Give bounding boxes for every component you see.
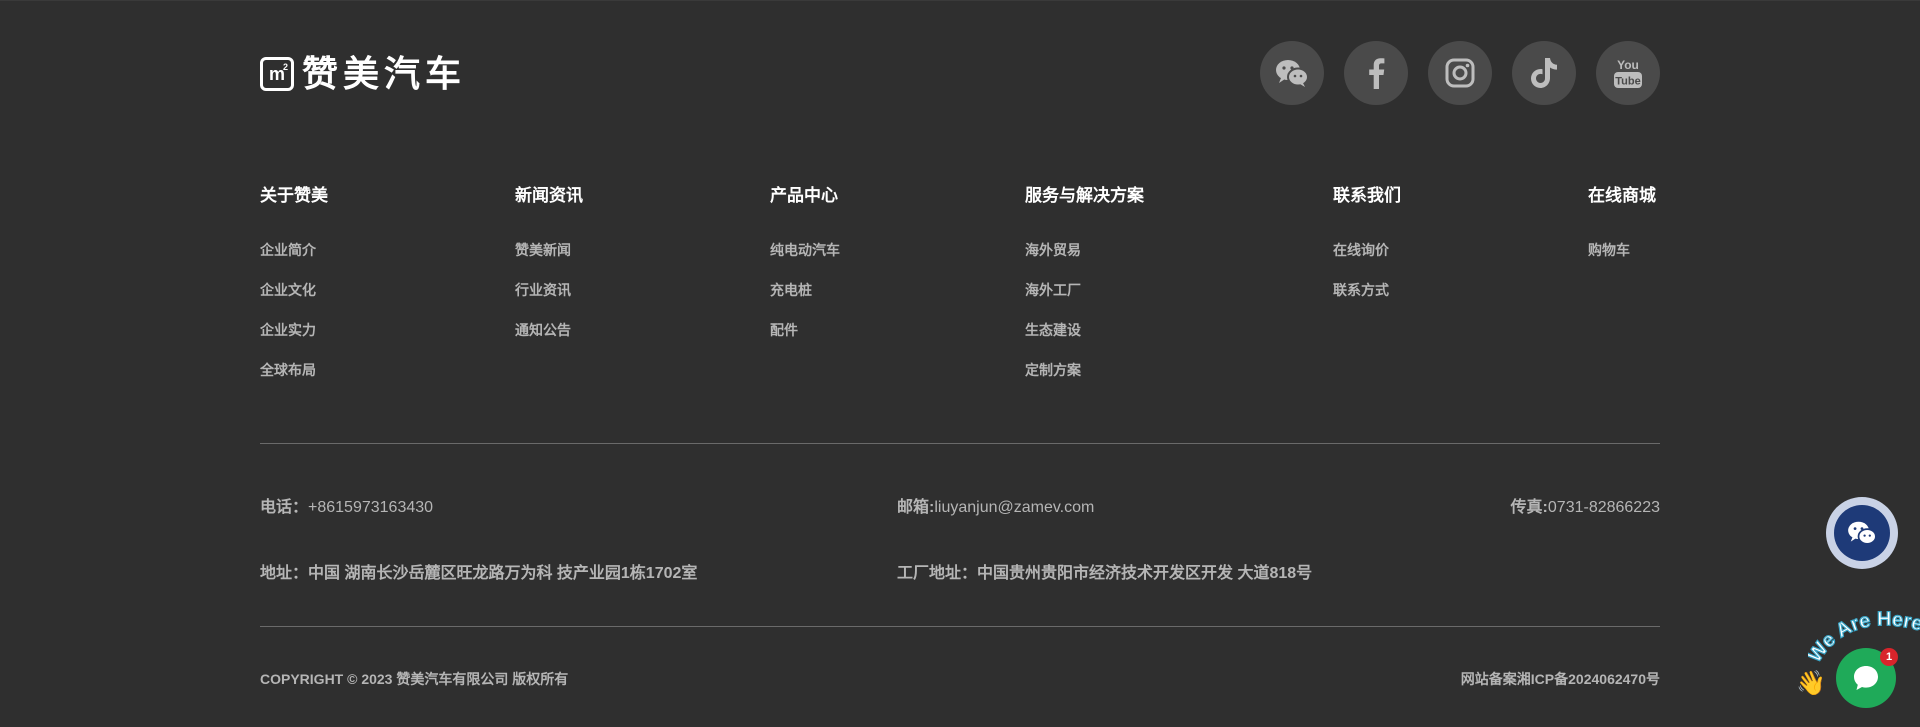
social-wechat-button[interactable] bbox=[1260, 41, 1324, 105]
footer-link[interactable]: 购物车 bbox=[1588, 240, 1656, 280]
chat-bubble-icon bbox=[1854, 666, 1878, 690]
footer-column-news: 新闻资讯 赞美新闻 行业资讯 通知公告 bbox=[515, 181, 583, 360]
facebook-icon bbox=[1369, 58, 1385, 89]
footer-container: m 2 赞美汽车 You Tube 关于赞美 企业简介 企业文化 企业实力 全球… bbox=[260, 1, 1660, 727]
footer-link[interactable]: 企业实力 bbox=[260, 320, 328, 360]
fax-label: 传真: bbox=[1510, 499, 1548, 516]
unread-badge: 1 bbox=[1880, 648, 1898, 666]
email-label: 邮箱: bbox=[897, 499, 935, 516]
social-facebook-button[interactable] bbox=[1344, 41, 1408, 105]
email-value[interactable]: liuyanjun@zamev.com bbox=[934, 499, 1094, 516]
column-title: 在线商城 bbox=[1588, 186, 1656, 205]
footer-column-products: 产品中心 纯电动汽车 充电桩 配件 bbox=[770, 181, 840, 360]
live-chat-widget: We Are Here! 👋 1 bbox=[1790, 606, 1920, 727]
column-title: 新闻资讯 bbox=[515, 186, 583, 205]
footer-link[interactable]: 充电桩 bbox=[770, 280, 840, 320]
wechat-icon bbox=[1276, 60, 1309, 87]
social-youtube-button[interactable]: You Tube bbox=[1596, 41, 1660, 105]
footer-column-contact: 联系我们 在线询价 联系方式 bbox=[1333, 181, 1401, 320]
column-title: 产品中心 bbox=[770, 186, 838, 205]
footer-link[interactable]: 配件 bbox=[770, 320, 840, 360]
site-footer: m 2 赞美汽车 You Tube 关于赞美 企业简介 企业文化 企业实力 全球… bbox=[0, 0, 1920, 727]
column-title: 关于赞美 bbox=[260, 186, 328, 205]
factory-label: 工厂地址： bbox=[897, 565, 978, 582]
instagram-icon bbox=[1445, 58, 1475, 88]
logo-mark-icon: m 2 bbox=[260, 57, 294, 91]
footer-column-about: 关于赞美 企业简介 企业文化 企业实力 全球布局 bbox=[260, 181, 328, 400]
footer-link[interactable]: 海外贸易 bbox=[1025, 240, 1144, 280]
divider bbox=[260, 626, 1660, 627]
waving-hand-icon: 👋 bbox=[1796, 670, 1826, 697]
wechat-icon bbox=[1848, 521, 1877, 545]
column-title: 服务与解决方案 bbox=[1025, 186, 1144, 205]
contact-fax: 传真:0731-82866223 bbox=[1511, 493, 1660, 517]
phone-label: 电话： bbox=[260, 499, 309, 516]
floating-wechat-button[interactable] bbox=[1826, 497, 1898, 569]
copyright-text: COPYRIGHT © 2023 赞美汽车有限公司 版权所有 bbox=[260, 671, 569, 687]
tiktok-icon bbox=[1531, 58, 1557, 88]
floating-wechat-inner bbox=[1834, 505, 1890, 561]
footer-link[interactable]: 行业资讯 bbox=[515, 280, 583, 320]
logo-mark-sup: 2 bbox=[282, 62, 288, 72]
phone-value[interactable]: +8615973163430 bbox=[308, 499, 433, 516]
contact-phone: 电话：+8615973163430 bbox=[260, 493, 433, 517]
footer-link[interactable]: 通知公告 bbox=[515, 320, 583, 360]
address-value: 中国 湖南长沙岳麓区旺龙路万为科 技产业园1栋1702室 bbox=[308, 565, 698, 582]
brand-name: 赞美汽车 bbox=[302, 53, 467, 94]
social-instagram-button[interactable] bbox=[1428, 41, 1492, 105]
divider bbox=[260, 443, 1660, 444]
factory-value: 中国贵州贵阳市经济技术开发区开发 大道818号 bbox=[977, 565, 1313, 582]
footer-link[interactable]: 生态建设 bbox=[1025, 320, 1144, 360]
footer-link[interactable]: 企业简介 bbox=[260, 240, 328, 280]
contact-address: 地址：中国 湖南长沙岳麓区旺龙路万为科 技产业园1栋1702室 bbox=[260, 559, 697, 583]
svg-text:Tube: Tube bbox=[1615, 76, 1640, 88]
footer-link[interactable]: 全球布局 bbox=[260, 360, 328, 400]
footer-column-services: 服务与解决方案 海外贸易 海外工厂 生态建设 定制方案 bbox=[1025, 181, 1144, 400]
social-tiktok-button[interactable] bbox=[1512, 41, 1576, 105]
footer-link[interactable]: 联系方式 bbox=[1333, 280, 1401, 320]
icp-record-link[interactable]: 网站备案湘ICP备2024062470号 bbox=[1461, 669, 1660, 689]
footer-link[interactable]: 赞美新闻 bbox=[515, 240, 583, 280]
brand-logo[interactable]: m 2 赞美汽车 bbox=[260, 53, 466, 95]
address-label: 地址： bbox=[260, 565, 309, 582]
footer-link[interactable]: 定制方案 bbox=[1025, 360, 1144, 400]
footer-link[interactable]: 在线询价 bbox=[1333, 240, 1401, 280]
youtube-icon: You Tube bbox=[1614, 58, 1642, 88]
contact-email: 邮箱:liuyanjun@zamev.com bbox=[897, 493, 1094, 517]
footer-link[interactable]: 纯电动汽车 bbox=[770, 240, 840, 280]
svg-text:You: You bbox=[1617, 58, 1639, 72]
column-title: 联系我们 bbox=[1333, 186, 1401, 205]
social-links: You Tube bbox=[1260, 41, 1660, 105]
fax-value: 0731-82866223 bbox=[1547, 499, 1660, 516]
contact-factory: 工厂地址：中国贵州贵阳市经济技术开发区开发 大道818号 bbox=[897, 559, 1312, 583]
footer-column-shop: 在线商城 购物车 bbox=[1588, 181, 1656, 280]
footer-link[interactable]: 海外工厂 bbox=[1025, 280, 1144, 320]
footer-link[interactable]: 企业文化 bbox=[260, 280, 328, 320]
